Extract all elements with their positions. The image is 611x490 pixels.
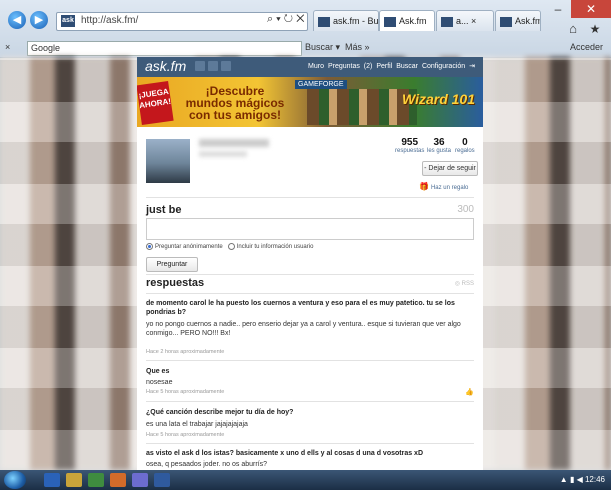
address-url: http://ask.fm/ bbox=[81, 15, 139, 26]
refresh-icon[interactable]: ↻ bbox=[284, 13, 296, 25]
rss-icon: ◎ bbox=[454, 281, 460, 287]
logout-icon[interactable]: ⇥ bbox=[469, 63, 475, 70]
minimize-icon[interactable]: – bbox=[545, 0, 571, 18]
profile-name-blurred bbox=[199, 139, 269, 147]
word-taskbar-icon[interactable] bbox=[154, 473, 170, 487]
banner-game-title: Wizard 101 bbox=[401, 91, 475, 107]
answers-heading: respuestas bbox=[146, 277, 205, 289]
radio-anonymous[interactable]: Preguntar anónimamente bbox=[146, 243, 223, 250]
ie-taskbar-icon[interactable] bbox=[44, 473, 60, 487]
address-tools: ⌕▾↻✕ bbox=[267, 13, 307, 26]
header-icons bbox=[195, 61, 234, 74]
avatar[interactable] bbox=[146, 139, 190, 183]
nav-configuracion[interactable]: Configuración bbox=[422, 63, 465, 70]
stat-les-gusta: 36 les gusta bbox=[427, 137, 452, 154]
media-taskbar-icon[interactable] bbox=[88, 473, 104, 487]
divider bbox=[146, 401, 474, 402]
favorites-star-icon[interactable]: ★ bbox=[582, 20, 608, 38]
tray-arrow-icon[interactable]: ▲ bbox=[560, 475, 568, 484]
site-favicon-icon: ask bbox=[61, 15, 75, 27]
app2-taskbar-icon[interactable] bbox=[132, 473, 148, 487]
stop-icon[interactable]: ✕ bbox=[296, 13, 307, 25]
answer-time[interactable]: Hace 5 horas aproximadamente bbox=[146, 389, 224, 395]
nav-buscar[interactable]: Buscar bbox=[396, 63, 418, 70]
answer-time[interactable]: Hace 2 horas aproximadamente bbox=[146, 349, 224, 355]
close-window-icon[interactable]: ✕ bbox=[571, 0, 611, 18]
like-icon[interactable]: 👍 bbox=[465, 388, 474, 396]
divider bbox=[146, 443, 474, 444]
nav-muro[interactable]: Muro bbox=[308, 63, 324, 70]
answer-time[interactable]: Hace 5 horas aproximadamente bbox=[146, 432, 224, 438]
ask-options: Preguntar anónimamente Incluir tu inform… bbox=[146, 243, 313, 250]
divider bbox=[146, 274, 474, 275]
gift-icon: 🎁 bbox=[419, 182, 429, 191]
radio-on-icon bbox=[146, 243, 153, 250]
askfm-logo[interactable]: ask.fm bbox=[145, 58, 186, 74]
radio-off-icon bbox=[227, 243, 235, 250]
navigation-row: ◀ ▶ ask http://ask.fm/ ⌕▾↻✕ ask.fm - Bus… bbox=[0, 0, 611, 40]
dropdown-icon[interactable]: ▾ bbox=[276, 13, 284, 25]
nav-preguntas[interactable]: Preguntas (2) bbox=[328, 63, 372, 70]
answer-text: yo no pongo cuernos a nadie.. pero enser… bbox=[146, 321, 461, 337]
tab-blank[interactable]: a... × bbox=[436, 10, 494, 31]
system-tray: ▲ ▮ ◀ 12:46 bbox=[560, 475, 605, 484]
char-counter: 300 bbox=[457, 204, 474, 215]
clock[interactable]: 12:46 bbox=[585, 475, 605, 484]
google-search-box[interactable]: Google bbox=[27, 41, 302, 56]
notifications-icon[interactable] bbox=[195, 61, 205, 71]
forward-button[interactable]: ▶ bbox=[30, 11, 48, 29]
browser-chrome: ◀ ▶ ask http://ask.fm/ ⌕▾↻✕ ask.fm - Bus… bbox=[0, 0, 611, 58]
ask-title: just be bbox=[146, 204, 182, 216]
banner-brand: GAMEFORGE bbox=[295, 80, 347, 89]
network-icon[interactable]: ▮ bbox=[570, 475, 574, 484]
help-icon[interactable] bbox=[208, 61, 218, 71]
divider bbox=[146, 197, 474, 198]
unfollow-button[interactable]: - Dejar de seguir bbox=[422, 161, 478, 176]
banner-ribbon: ¡JUEGA AHORA! bbox=[137, 80, 174, 126]
radio-userinfo[interactable]: Incluir tu información usuario bbox=[227, 243, 313, 250]
ask-button[interactable]: Preguntar bbox=[146, 257, 198, 272]
toolbar-buscar-button[interactable]: Buscar ▾ Más » bbox=[305, 42, 370, 53]
google-toolbar: × Google Buscar ▾ Más » Acceder bbox=[0, 40, 611, 57]
search-icon[interactable]: ⌕ bbox=[267, 13, 276, 25]
answer-text: osea, q pesaados joder. no os aburrís? bbox=[146, 461, 268, 468]
tab-askfm-2[interactable]: Ask.fm bbox=[495, 10, 541, 31]
volume-icon[interactable]: ◀ bbox=[577, 475, 583, 484]
tab-favicon-icon bbox=[500, 16, 512, 27]
site-nav: Muro Preguntas (2) Perfil Buscar Configu… bbox=[308, 62, 475, 70]
answer-text: nosesae bbox=[146, 379, 173, 386]
question-text: as visto el ask d los istas? basicamente… bbox=[146, 450, 423, 457]
divider bbox=[146, 360, 474, 361]
divider bbox=[146, 293, 474, 294]
profile-username-blurred bbox=[199, 151, 247, 157]
taskbar: ▲ ▮ ◀ 12:46 bbox=[0, 470, 611, 490]
question-text: ¿Qué canción describe mejor tu día de ho… bbox=[146, 409, 294, 416]
gift-link[interactable]: 🎁 Haz un regalo bbox=[419, 182, 468, 191]
tab-askfm-search[interactable]: ask.fm - Bus... bbox=[313, 10, 379, 31]
tab-favicon-icon bbox=[318, 16, 330, 27]
messages-icon[interactable] bbox=[221, 61, 231, 71]
rss-link[interactable]: ◎ RSS bbox=[455, 280, 474, 287]
tab-askfm[interactable]: Ask.fm bbox=[379, 10, 435, 31]
question-input[interactable] bbox=[146, 218, 474, 240]
profile-main: 955 respuestas 36 les gusta 0 regalos - … bbox=[137, 127, 483, 470]
toolbar-acceder-link[interactable]: Acceder bbox=[570, 42, 603, 52]
tab-favicon-icon bbox=[441, 16, 453, 27]
toolbar-close-icon[interactable]: × bbox=[5, 42, 10, 52]
question-text: Que es bbox=[146, 368, 170, 375]
stat-respuestas: 955 respuestas bbox=[395, 137, 425, 154]
back-button[interactable]: ◀ bbox=[8, 11, 26, 29]
tab-favicon-icon bbox=[384, 16, 396, 27]
question-text: de momento carol le ha puesto los cuerno… bbox=[146, 300, 455, 316]
answer-text: es una lata el trabajar jajajajajaja bbox=[146, 421, 248, 428]
nav-perfil[interactable]: Perfil bbox=[376, 63, 392, 70]
stat-regalos: 0 regalos bbox=[455, 137, 475, 154]
banner-ad[interactable]: ¡JUEGA AHORA! ¡Descubre mundos mágicos c… bbox=[137, 77, 483, 127]
app-taskbar-icon[interactable] bbox=[110, 473, 126, 487]
banner-headline: ¡Descubre mundos mágicos con tus amigos! bbox=[185, 84, 285, 122]
explorer-taskbar-icon[interactable] bbox=[66, 473, 82, 487]
site-header: ask.fm Muro Preguntas (2) Perfil Buscar … bbox=[137, 57, 483, 77]
start-button[interactable] bbox=[4, 471, 26, 489]
banner-characters-image bbox=[307, 89, 417, 125]
